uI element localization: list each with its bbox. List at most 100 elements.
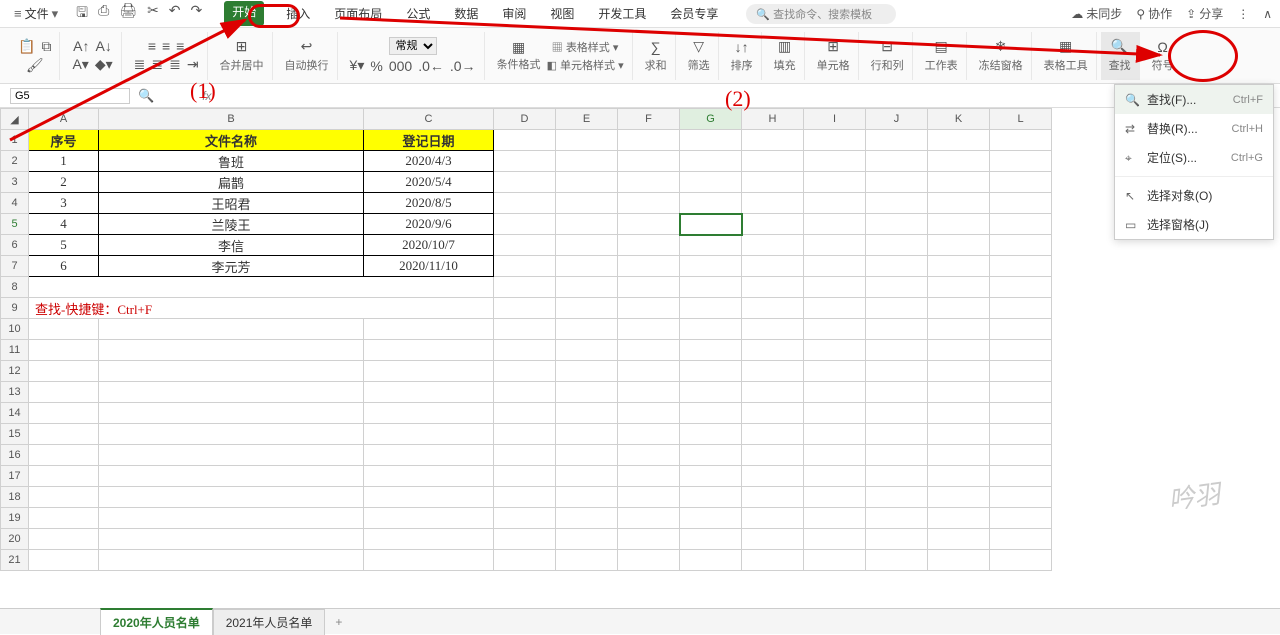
spreadsheet-grid[interactable]: ◢ A B C D E F G H I J K L 1 序号 文件名称 登记日期…: [0, 108, 1280, 571]
cells-group[interactable]: ⊞单元格: [809, 32, 859, 80]
active-cell[interactable]: [680, 214, 742, 235]
cell-style-button[interactable]: ◧ 单元格样式 ▾: [547, 57, 624, 73]
select-all-corner[interactable]: ◢: [1, 109, 29, 130]
print-icon[interactable]: 🖨: [119, 2, 137, 26]
number-format-select[interactable]: 常规: [389, 37, 437, 55]
row-header[interactable]: 5: [1, 214, 29, 235]
cell[interactable]: 序号: [29, 130, 99, 151]
tab-member[interactable]: 会员专享: [668, 1, 720, 26]
sort-group[interactable]: ↓↑排序: [723, 32, 762, 80]
tab-review[interactable]: 审阅: [500, 1, 528, 26]
wrap-group[interactable]: ↩ 自动换行: [277, 32, 338, 80]
sheet-group[interactable]: ▤工作表: [917, 32, 967, 80]
format-painter-icon[interactable]: 🖌: [26, 57, 44, 74]
menu-replace[interactable]: ⇄ 替换(R)... Ctrl+H: [1115, 114, 1273, 143]
coop-button[interactable]: ⚲协作: [1136, 5, 1172, 22]
col-header[interactable]: E: [556, 109, 618, 130]
merge-group[interactable]: ⊞ 合并居中: [212, 32, 273, 80]
row-header[interactable]: 7: [1, 256, 29, 277]
col-header[interactable]: L: [990, 109, 1052, 130]
row-header[interactable]: 2: [1, 151, 29, 172]
inc-dec-icon[interactable]: .0←: [418, 58, 444, 74]
menu-find[interactable]: 🔍 查找(F)... Ctrl+F: [1115, 85, 1273, 114]
merge-icon: ⊞: [236, 38, 248, 55]
menu-goto[interactable]: ⌖ 定位(S)... Ctrl+G: [1115, 143, 1273, 172]
tab-view[interactable]: 视图: [548, 1, 576, 26]
cond-format-button[interactable]: ▦条件格式: [497, 39, 541, 72]
col-header[interactable]: H: [742, 109, 804, 130]
symbol-group[interactable]: Ω符号: [1144, 32, 1182, 80]
undo-icon[interactable]: ↶: [169, 2, 181, 26]
menu-selection-pane[interactable]: ▭ 选择窗格(J): [1115, 210, 1273, 239]
dec-inc-icon[interactable]: .0→: [450, 58, 476, 74]
tab-formula[interactable]: 公式: [404, 1, 432, 26]
cell[interactable]: 文件名称: [99, 130, 364, 151]
tab-insert[interactable]: 插入: [284, 1, 312, 26]
tab-data[interactable]: 数据: [452, 1, 480, 26]
align-left-icon[interactable]: ≣: [134, 56, 146, 73]
align-bot-icon[interactable]: ≡: [176, 38, 184, 54]
col-header[interactable]: D: [494, 109, 556, 130]
table-icon: ▦: [552, 42, 566, 54]
fill-group[interactable]: ▥填充: [766, 32, 805, 80]
indent-icon[interactable]: ⇥: [187, 56, 199, 73]
row-header[interactable]: 3: [1, 172, 29, 193]
tab-dev[interactable]: 开发工具: [596, 1, 648, 26]
rowcol-group[interactable]: ⊟行和列: [863, 32, 913, 80]
font-decrease-icon[interactable]: A↓: [96, 38, 112, 54]
col-header[interactable]: B: [99, 109, 364, 130]
row-header[interactable]: 4: [1, 193, 29, 214]
copy-icon[interactable]: ⧉: [41, 38, 51, 55]
save-icon[interactable]: 🖫: [76, 2, 88, 26]
col-header[interactable]: A: [29, 109, 99, 130]
cell[interactable]: 登记日期: [364, 130, 494, 151]
align-center-icon[interactable]: ≣: [151, 56, 163, 73]
paste-icon[interactable]: 📋: [18, 38, 35, 55]
align-mid-icon[interactable]: ≡: [162, 38, 170, 54]
tab-start[interactable]: 开始: [224, 1, 264, 26]
row-header[interactable]: 9: [1, 298, 29, 319]
name-box[interactable]: [10, 88, 130, 104]
redo-icon[interactable]: ↷: [191, 2, 203, 26]
freeze-group[interactable]: ❄冻结窗格: [971, 32, 1032, 80]
col-header[interactable]: F: [618, 109, 680, 130]
sync-status[interactable]: ☁未同步: [1071, 5, 1122, 22]
currency-icon[interactable]: ¥▾: [350, 57, 365, 74]
align-top-icon[interactable]: ≡: [148, 38, 156, 54]
col-header[interactable]: C: [364, 109, 494, 130]
align-right-icon[interactable]: ≣: [169, 56, 181, 73]
merge-label: 合并居中: [220, 57, 264, 73]
expand-icon[interactable]: ∧: [1263, 7, 1272, 21]
fx-label[interactable]: fx: [202, 89, 211, 103]
row-header[interactable]: 8: [1, 277, 29, 298]
comma-icon[interactable]: 000: [389, 58, 412, 74]
col-header[interactable]: K: [928, 109, 990, 130]
col-header[interactable]: G: [680, 109, 742, 130]
tabletool-group[interactable]: ▦表格工具: [1036, 32, 1097, 80]
file-menu[interactable]: ≡ 文件 ▾: [8, 3, 64, 24]
sheet-tab[interactable]: 2021年人员名单: [213, 609, 326, 635]
font-increase-icon[interactable]: A↑: [73, 38, 89, 54]
cut-icon[interactable]: ✂: [147, 2, 159, 26]
row-header[interactable]: 1: [1, 130, 29, 151]
percent-icon[interactable]: %: [370, 58, 382, 74]
menu-select-objects[interactable]: ↖ 选择对象(O): [1115, 181, 1273, 210]
sum-group[interactable]: ∑求和: [637, 32, 676, 80]
find-group[interactable]: 🔍查找: [1101, 32, 1140, 80]
share-button[interactable]: ⇪分享: [1186, 5, 1223, 22]
zoom-icon[interactable]: 🔍: [138, 88, 154, 104]
more-icon[interactable]: ⋮: [1237, 7, 1249, 21]
font-color-icon[interactable]: A▾: [72, 56, 88, 73]
col-header[interactable]: I: [804, 109, 866, 130]
col-header[interactable]: J: [866, 109, 928, 130]
fill-color-icon[interactable]: ◆▾: [95, 56, 113, 73]
add-sheet-button[interactable]: +: [325, 611, 352, 633]
table-style-button[interactable]: ▦ 表格样式 ▾: [552, 39, 619, 55]
command-search[interactable]: 🔍 查找命令、搜索模板: [746, 4, 896, 24]
row-header[interactable]: 6: [1, 235, 29, 256]
filter-group[interactable]: ▽筛选: [680, 32, 719, 80]
note-cell[interactable]: 查找-快捷键：Ctrl+F: [29, 298, 494, 319]
print-preview-icon[interactable]: ⎙: [98, 2, 109, 26]
sheet-tab[interactable]: 2020年人员名单: [100, 608, 213, 635]
tab-layout[interactable]: 页面布局: [332, 1, 384, 26]
